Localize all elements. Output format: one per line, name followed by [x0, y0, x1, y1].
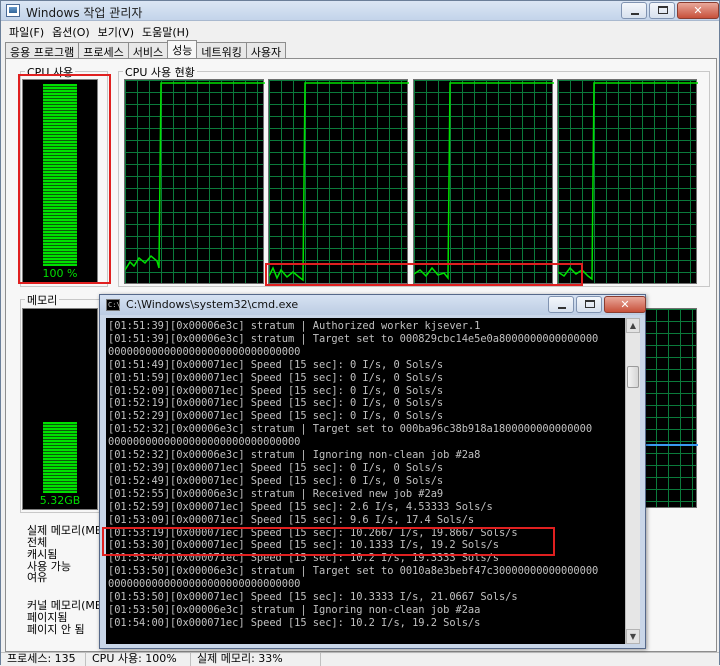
minimize-button[interactable] — [621, 2, 647, 19]
menu-view[interactable]: 보기(V) — [96, 22, 140, 40]
tab-applications[interactable]: 응용 프로그램 — [5, 42, 80, 59]
console-line: [01:53:50][0x00006e3c] stratum | Ignorin… — [108, 603, 481, 616]
cpu-core-2-line — [269, 82, 409, 282]
console-line: [01:52:55][0x00006e3c] stratum | Receive… — [108, 487, 444, 500]
maximize-icon — [658, 6, 668, 14]
tab-services[interactable]: 서비스 — [127, 42, 169, 59]
task-manager-icon — [6, 4, 20, 17]
console-line: 0000000000000000000000000000000 — [108, 578, 301, 591]
minimize-icon — [558, 307, 566, 309]
close-icon: ✕ — [693, 4, 703, 17]
title-bar[interactable]: Windows 작업 관리자 ✕ — [1, 1, 719, 21]
window-title: Windows 작업 관리자 — [26, 6, 143, 20]
console-line: [01:53:50][0x000071ec] Speed [15 sec]: 1… — [108, 591, 518, 604]
memory-meter: 5.32GB — [22, 308, 98, 510]
maximize-icon — [585, 300, 595, 308]
status-memory: 실제 메모리: 33% — [191, 653, 321, 666]
kernel-memory-nonpaged-label: 페이지 안 됨 — [27, 623, 85, 636]
physical-memory-free-label: 여유 — [27, 571, 48, 584]
cpu-core-graph-3 — [413, 79, 554, 284]
tab-processes[interactable]: 프로세스 — [78, 42, 129, 59]
speed-highlight-box — [102, 527, 555, 556]
console-line: [01:52:32][0x00006e3c] stratum | Ignorin… — [108, 449, 481, 462]
cpu-core-4-line — [558, 82, 698, 281]
console-line: [01:51:39][0x00006e3c] stratum | Target … — [108, 332, 599, 345]
console-line: [01:51:39][0x00006e3c] stratum | Authori… — [108, 320, 481, 332]
cmd-window: C:\ C:\Windows\system32\cmd.exe ✕ [01:51… — [99, 294, 646, 649]
scroll-thumb[interactable] — [627, 366, 639, 388]
scroll-up-arrow[interactable]: ▲ — [626, 318, 640, 333]
menu-options[interactable]: 옵션(O) — [50, 22, 95, 40]
console-icon: C:\ — [106, 299, 121, 311]
console-line: [01:52:39][0x000071ec] Speed [15 sec]: 0… — [108, 461, 444, 474]
console-line: [01:52:19][0x000071ec] Speed [15 sec]: 0… — [108, 397, 444, 410]
status-cpu: CPU 사용: 100% — [86, 653, 191, 666]
menu-help[interactable]: 도움말(H) — [140, 22, 195, 40]
cmd-title-bar[interactable]: C:\ C:\Windows\system32\cmd.exe ✕ — [100, 295, 646, 315]
status-processes: 프로세스: 135 — [1, 653, 86, 666]
cpu-history-label: CPU 사용 현황 — [123, 64, 197, 80]
console-output[interactable]: [01:51:39][0x00006e3c] stratum | Authori… — [106, 318, 625, 644]
cpu-graph-highlight-box — [265, 263, 583, 286]
console-line: [01:52:49][0x000071ec] Speed [15 sec]: 0… — [108, 474, 444, 487]
tab-strip: 응용 프로그램 프로세스 서비스 성능 네트워킹 사용자 — [5, 40, 287, 59]
console-line: [01:52:09][0x000071ec] Speed [15 sec]: 0… — [108, 384, 444, 397]
cpu-core-3-line — [414, 82, 554, 281]
close-button[interactable]: ✕ — [677, 2, 719, 19]
console-line: [01:52:32][0x00006e3c] stratum | Target … — [108, 423, 593, 436]
console-line: [01:53:50][0x00006e3c] stratum | Target … — [108, 565, 599, 578]
console-line: [01:51:49][0x000071ec] Speed [15 sec]: 0… — [108, 358, 444, 371]
memory-usage-bar — [43, 422, 77, 493]
memory-usage-value: 5.32GB — [39, 494, 81, 507]
tab-performance[interactable]: 성능 — [167, 40, 198, 58]
menu-bar: 파일(F) 옵션(O) 보기(V) 도움말(H) — [1, 22, 719, 40]
cmd-window-title: C:\Windows\system32\cmd.exe — [126, 298, 299, 311]
status-bar: 프로세스: 135 CPU 사용: 100% 실제 메모리: 33% — [1, 652, 719, 666]
cpu-highlight-box — [18, 74, 111, 284]
menu-file[interactable]: 파일(F) — [7, 22, 50, 40]
console-line: [01:53:09][0x000071ec] Speed [15 sec]: 9… — [108, 513, 475, 526]
cmd-minimize-button[interactable] — [548, 296, 574, 313]
cmd-close-button[interactable]: ✕ — [604, 296, 646, 313]
scroll-down-arrow[interactable]: ▼ — [626, 629, 640, 644]
console-line: 0000000000000000000000000000000 — [108, 345, 301, 358]
tab-networking[interactable]: 네트워킹 — [196, 42, 247, 59]
console-line: 0000000000000000000000000000000 — [108, 436, 301, 449]
console-line: [01:52:59][0x000071ec] Speed [15 sec]: 2… — [108, 500, 493, 513]
cmd-maximize-button[interactable] — [576, 296, 602, 313]
console-line: [01:52:29][0x000071ec] Speed [15 sec]: 0… — [108, 410, 444, 423]
minimize-icon — [631, 13, 639, 15]
cpu-core-graph-2 — [268, 79, 409, 284]
console-line: [01:54:00][0x000071ec] Speed [15 sec]: 1… — [108, 616, 481, 629]
close-icon: ✕ — [620, 298, 630, 311]
cpu-core-graph-1 — [124, 79, 265, 284]
tab-users[interactable]: 사용자 — [245, 42, 287, 59]
maximize-button[interactable] — [649, 2, 675, 19]
console-scrollbar[interactable]: ▲ ▼ — [625, 318, 640, 644]
console-line: [01:51:59][0x000071ec] Speed [15 sec]: 0… — [108, 371, 444, 384]
cpu-core-1-line — [125, 82, 265, 271]
memory-label: 메모리 — [25, 292, 60, 308]
cpu-core-graph-4 — [557, 79, 698, 284]
